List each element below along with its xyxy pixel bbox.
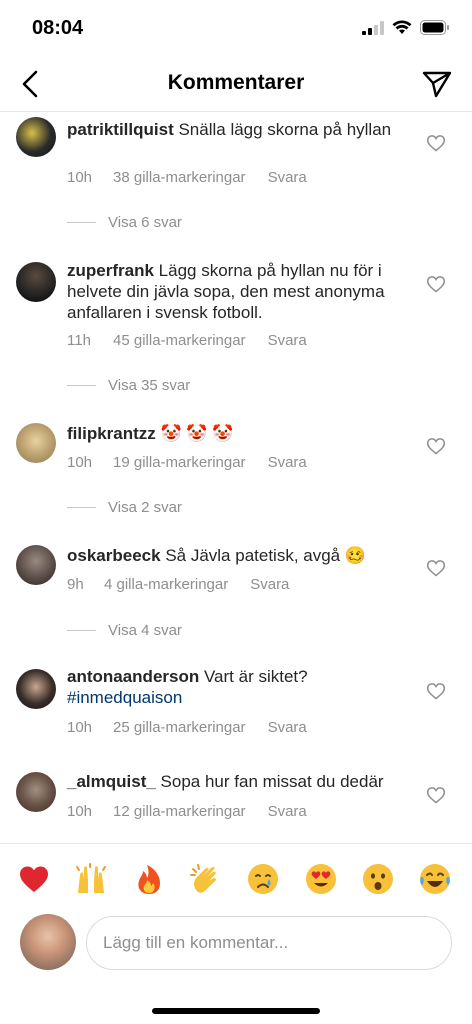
reply-button[interactable]: Svara (268, 332, 307, 349)
avatar[interactable] (16, 772, 56, 812)
comment-username[interactable]: _almquist_ (67, 772, 156, 791)
comment-meta: 9h 4 gilla-markeringar Svara (67, 576, 289, 593)
comment-message: Vart är siktet? (203, 667, 308, 686)
comment-username[interactable]: zuperfrank (67, 261, 154, 280)
status-icons (362, 20, 450, 35)
comment-time: 9h (67, 576, 84, 593)
nav-bar: Kommentarer (0, 56, 472, 112)
reply-button[interactable]: Svara (268, 169, 307, 186)
comment-likes[interactable]: 4 gilla-markeringar (104, 576, 228, 593)
comment-likes[interactable]: 45 gilla-markeringar (113, 332, 246, 349)
comment-text: filipkrantzz 🤡 🤡 🤡 (67, 423, 397, 444)
heart-icon[interactable] (426, 274, 446, 294)
wifi-icon (392, 20, 412, 34)
comment-likes[interactable]: 38 gilla-markeringar (113, 169, 246, 186)
comment-message: Så Jävla patetisk, avgå 🥴 (165, 546, 367, 565)
comment-text: oskarbeeck Så Jävla patetisk, avgå 🥴 (67, 545, 397, 566)
view-replies[interactable]: Visa 6 svar (67, 214, 182, 231)
comment-likes[interactable]: 12 gilla-markeringar (113, 803, 246, 820)
hashtag-link[interactable]: #inmedquaison (67, 688, 182, 707)
divider (67, 630, 96, 631)
status-time: 08:04 (32, 17, 84, 39)
comment-input[interactable] (86, 916, 452, 970)
emoji-heart[interactable] (17, 862, 51, 896)
avatar[interactable] (16, 545, 56, 585)
divider (67, 222, 96, 223)
view-replies[interactable]: Visa 35 svar (67, 377, 190, 394)
comment-username[interactable]: filipkrantzz (67, 424, 156, 443)
emoji-clapping[interactable] (189, 862, 223, 896)
comment-meta: 10h 25 gilla-markeringar Svara (67, 719, 307, 736)
view-replies-label[interactable]: Visa 35 svar (108, 377, 190, 394)
reply-button[interactable]: Svara (268, 719, 307, 736)
comment-time: 10h (67, 454, 93, 471)
comment-message: Snälla lägg skorna på hyllan (178, 120, 392, 139)
comment-meta: 10h 38 gilla-markeringar Svara (67, 169, 307, 186)
comment-likes[interactable]: 19 gilla-markeringar (113, 454, 246, 471)
avatar[interactable] (16, 262, 56, 302)
comment-time: 10h (67, 169, 93, 186)
comment-meta: 11h 45 gilla-markeringar Svara (67, 332, 307, 349)
comment-message: 🤡 🤡 🤡 (160, 424, 234, 443)
emoji-bar (0, 843, 472, 913)
avatar[interactable] (16, 423, 56, 463)
comment-text: zuperfrank Lägg skorna på hyllan nu för … (67, 260, 397, 323)
view-replies-label[interactable]: Visa 6 svar (108, 214, 182, 231)
reply-button[interactable]: Svara (250, 576, 289, 593)
comment-username[interactable]: patriktillquist (67, 120, 174, 139)
my-avatar (20, 914, 76, 970)
heart-icon[interactable] (426, 133, 446, 153)
home-indicator[interactable] (152, 1008, 320, 1014)
avatar[interactable] (16, 117, 56, 157)
view-replies[interactable]: Visa 2 svar (67, 499, 182, 516)
battery-icon (420, 20, 449, 35)
comment-message: Sopa hur fan missat du dedär (160, 772, 384, 791)
comment-text: patriktillquist Snälla lägg skorna på hy… (67, 119, 397, 140)
comment-username[interactable]: antonaanderson (67, 667, 199, 686)
comment-time: 10h (67, 803, 93, 820)
status-bar: 08:04 (0, 0, 472, 56)
page-title: Kommentarer (167, 71, 305, 94)
emoji-fire[interactable] (132, 862, 166, 896)
view-replies-label[interactable]: Visa 4 svar (108, 622, 182, 639)
comment-username[interactable]: oskarbeeck (67, 546, 161, 565)
comment-meta: 10h 12 gilla-markeringar Svara (67, 803, 307, 820)
emoji-heart-eyes[interactable] (304, 862, 338, 896)
comment-meta: 10h 19 gilla-markeringar Svara (67, 454, 307, 471)
avatar[interactable] (16, 669, 56, 709)
send-icon[interactable] (420, 67, 454, 101)
view-replies-label[interactable]: Visa 2 svar (108, 499, 182, 516)
comment-text: _almquist_ Sopa hur fan missat du dedär (67, 771, 397, 792)
divider (67, 385, 96, 386)
emoji-crying-face[interactable] (246, 862, 280, 896)
emoji-raised-hands[interactable] (74, 862, 108, 896)
signal-icon (362, 20, 384, 35)
heart-icon[interactable] (426, 558, 446, 578)
comment-composer (0, 913, 472, 973)
comment-text: antonaanderson Vart är siktet? #inmedqua… (67, 666, 397, 708)
divider (67, 507, 96, 508)
emoji-surprised-face[interactable] (361, 862, 395, 896)
view-replies[interactable]: Visa 4 svar (67, 622, 182, 639)
emoji-tears-of-joy[interactable] (418, 862, 452, 896)
comment-time: 10h (67, 719, 93, 736)
comments-list[interactable]: patriktillquist Snälla lägg skorna på hy… (0, 113, 472, 843)
comment-likes[interactable]: 25 gilla-markeringar (113, 719, 246, 736)
heart-icon[interactable] (426, 785, 446, 805)
comment-time: 11h (67, 332, 91, 349)
reply-button[interactable]: Svara (268, 803, 307, 820)
heart-icon[interactable] (426, 681, 446, 701)
heart-icon[interactable] (426, 436, 446, 456)
reply-button[interactable]: Svara (268, 454, 307, 471)
